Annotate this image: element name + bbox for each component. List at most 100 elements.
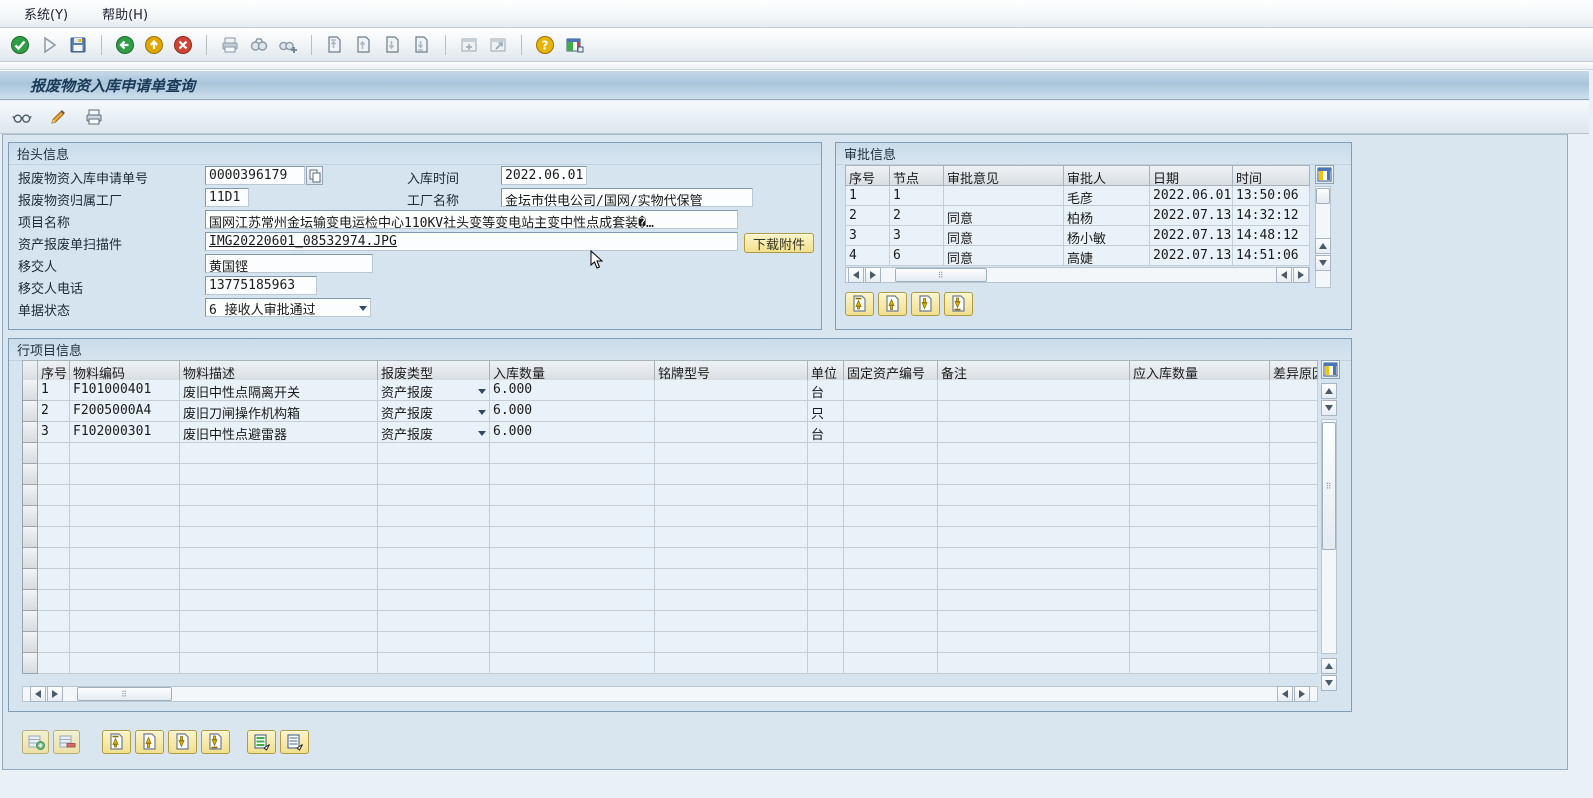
approval-cell[interactable]: 3 [890, 226, 944, 246]
items-page-up-button[interactable] [135, 730, 164, 754]
items-scroll-down2-button[interactable] [1321, 675, 1337, 691]
items-cell[interactable]: 2 [38, 401, 70, 422]
approval-cell[interactable]: 2022.06.01 [1150, 186, 1233, 206]
items-table-config-button[interactable] [1321, 360, 1340, 379]
inbound-time-field[interactable]: 2022.06.01 [501, 166, 587, 185]
items-cell[interactable] [655, 422, 808, 443]
items-cell[interactable]: 只 [808, 401, 844, 422]
row-select-button[interactable] [22, 401, 38, 422]
first-page-icon[interactable] [325, 35, 345, 55]
col-asset-no[interactable]: 固定资产编号 [844, 360, 938, 381]
col-remark[interactable]: 备注 [938, 360, 1130, 381]
approval-hscroll-thumb[interactable]: ⠿ [895, 268, 987, 282]
approval-scroll-up-button[interactable] [1315, 238, 1331, 254]
col-approver[interactable]: 审批人 [1064, 165, 1150, 186]
items-first-page-button[interactable] [102, 730, 131, 754]
transferor-field[interactable]: 黄国铿 [205, 254, 373, 273]
approval-cell[interactable]: 4 [845, 246, 890, 266]
items-cell[interactable]: 6.000 [490, 401, 655, 422]
approval-cell[interactable]: 2022.07.13 [1150, 246, 1233, 266]
items-page-down-button[interactable] [168, 730, 197, 754]
select-all-header-cell[interactable] [22, 360, 38, 381]
row-select-button[interactable] [22, 653, 38, 674]
col-nameplate[interactable]: 铭牌型号 [655, 360, 808, 381]
items-cell[interactable]: 台 [808, 380, 844, 401]
row-select-button[interactable] [22, 380, 38, 401]
items-scroll-right-button[interactable] [47, 686, 63, 702]
deselect-all-button[interactable] [280, 730, 309, 754]
approval-scroll-down-button[interactable] [1315, 255, 1331, 271]
items-cell[interactable]: 3 [38, 422, 70, 443]
approval-cell[interactable]: 毛彦 [1064, 186, 1150, 206]
approval-scroll-right-button[interactable] [865, 267, 881, 283]
approval-cell[interactable]: 14:32:12 [1233, 206, 1310, 226]
approval-cell[interactable]: 柏杨 [1064, 206, 1150, 226]
row-select-button[interactable] [22, 443, 38, 464]
copy-button[interactable] [306, 166, 323, 185]
transferor-phone-field[interactable]: 13775185963 [205, 276, 317, 295]
doc-status-select[interactable]: 6 接收人审批通过 [205, 298, 371, 317]
items-cell[interactable] [844, 401, 938, 422]
approval-cell[interactable]: 同意 [944, 246, 1064, 266]
approval-vscroll-thumb[interactable] [1316, 188, 1330, 204]
cancel-icon[interactable] [173, 35, 193, 55]
items-hscroll-thumb[interactable]: ⠿ [77, 687, 172, 701]
print-icon[interactable] [220, 35, 240, 55]
items-scroll-up-button[interactable] [1321, 383, 1337, 399]
items-hscrollbar[interactable] [22, 686, 1318, 702]
items-cell[interactable]: 废旧刀闸操作机构箱 [180, 401, 378, 422]
approval-scroll-left-button[interactable] [848, 267, 864, 283]
approval-cell[interactable] [944, 186, 1064, 206]
items-cell[interactable]: 6.000 [490, 422, 655, 443]
col-inbound-qty[interactable]: 入库数量 [490, 360, 655, 381]
approval-first-page-button[interactable] [845, 292, 874, 316]
items-cell[interactable] [1270, 422, 1318, 443]
row-select-button[interactable] [22, 464, 38, 485]
approval-cell[interactable]: 1 [845, 186, 890, 206]
items-scroll-left2-button[interactable] [1277, 686, 1293, 702]
approval-cell[interactable]: 2 [890, 206, 944, 226]
row-select-button[interactable] [22, 548, 38, 569]
approval-cell[interactable]: 2022.07.13 [1150, 206, 1233, 226]
request-no-field[interactable]: 0000396179 [205, 166, 305, 185]
items-cell[interactable] [844, 422, 938, 443]
items-cell[interactable] [655, 401, 808, 422]
download-attachment-button[interactable]: 下载附件 [744, 233, 814, 253]
row-select-button[interactable] [22, 527, 38, 548]
approval-cell[interactable]: 3 [845, 226, 890, 246]
approval-cell[interactable]: 13:50:06 [1233, 186, 1310, 206]
back-icon[interactable] [115, 35, 135, 55]
print-doc-icon[interactable] [84, 107, 104, 127]
approval-page-up-button[interactable] [878, 292, 907, 316]
items-cell[interactable]: F102000301 [70, 422, 180, 443]
row-select-button[interactable] [22, 422, 38, 443]
items-cell[interactable]: 废旧中性点避雷器 [180, 422, 378, 443]
col-node[interactable]: 节点 [890, 165, 944, 186]
items-cell[interactable] [938, 380, 1130, 401]
items-cell[interactable]: F2005000A4 [70, 401, 180, 422]
items-cell[interactable] [938, 422, 1130, 443]
menu-help[interactable]: 帮助(H) [102, 4, 148, 23]
delete-row-button[interactable] [53, 730, 80, 754]
approval-cell[interactable]: 14:51:06 [1233, 246, 1310, 266]
select-all-button[interactable] [247, 730, 276, 754]
items-scroll-down-button[interactable] [1321, 400, 1337, 416]
scrap-type-select[interactable]: 资产报废 [378, 422, 490, 443]
items-scroll-left-button[interactable] [30, 686, 46, 702]
scrap-type-select[interactable]: 资产报废 [378, 380, 490, 401]
approval-scroll-left2-button[interactable] [1276, 267, 1292, 283]
col-diff-reason[interactable]: 差异原因 [1270, 360, 1318, 381]
project-name-field[interactable]: 国网江苏常州金坛输变电运检中心110KV社头变等变电站主变中性点成套装�… [205, 210, 738, 229]
row-select-button[interactable] [22, 611, 38, 632]
items-cell[interactable]: F101000401 [70, 380, 180, 401]
exit-icon[interactable] [144, 35, 164, 55]
items-cell[interactable] [655, 380, 808, 401]
col-date[interactable]: 日期 [1150, 165, 1233, 186]
row-select-button[interactable] [22, 590, 38, 611]
items-cell[interactable] [1130, 422, 1270, 443]
items-cell[interactable] [1130, 401, 1270, 422]
customize-layout-icon[interactable] [564, 35, 584, 55]
approval-scroll-right2-button[interactable] [1293, 267, 1309, 283]
create-shortcut-icon[interactable] [488, 35, 508, 55]
last-page-icon[interactable] [412, 35, 432, 55]
